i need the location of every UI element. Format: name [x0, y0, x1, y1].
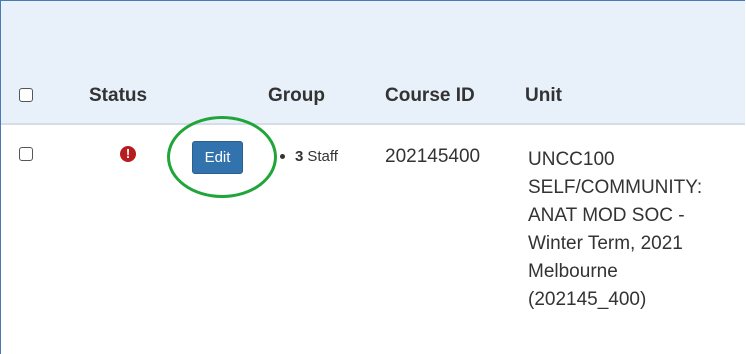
group-count: 3 [295, 148, 304, 165]
group-label: Staff [307, 148, 338, 165]
unit-line-term: Winter Term, 2021 [528, 233, 683, 254]
unit-line-code: UNCC100 [528, 149, 615, 170]
table-header-row: Status Group Course ID Unit [1, 1, 745, 125]
column-header-status[interactable]: Status [89, 85, 147, 107]
column-header-course-id[interactable]: Course ID [385, 85, 475, 107]
column-header-group[interactable]: Group [268, 85, 325, 107]
unit-cell: UNCC100 SELF/COMMUNITY: ANAT MOD SOC - W… [528, 146, 745, 314]
units-table: Status Group Course ID Unit ! Edit 3 Staf… [0, 0, 745, 354]
alert-circle-icon: ! [120, 146, 136, 162]
column-header-unit[interactable]: Unit [525, 85, 562, 107]
course-id-cell: 202145400 [385, 146, 481, 167]
unit-line-campus: Melbourne [528, 261, 618, 282]
edit-button[interactable]: Edit [192, 141, 243, 174]
group-cell: 3 Staff [280, 148, 338, 165]
unit-line-offering-code: (202145_400) [528, 289, 647, 310]
bullet-icon [280, 153, 285, 159]
row-select-checkbox[interactable] [19, 147, 33, 161]
select-all-checkbox[interactable] [19, 88, 33, 102]
unit-line-title-2: ANAT MOD SOC - [528, 205, 685, 226]
unit-line-title-1: SELF/COMMUNITY: [528, 177, 703, 198]
